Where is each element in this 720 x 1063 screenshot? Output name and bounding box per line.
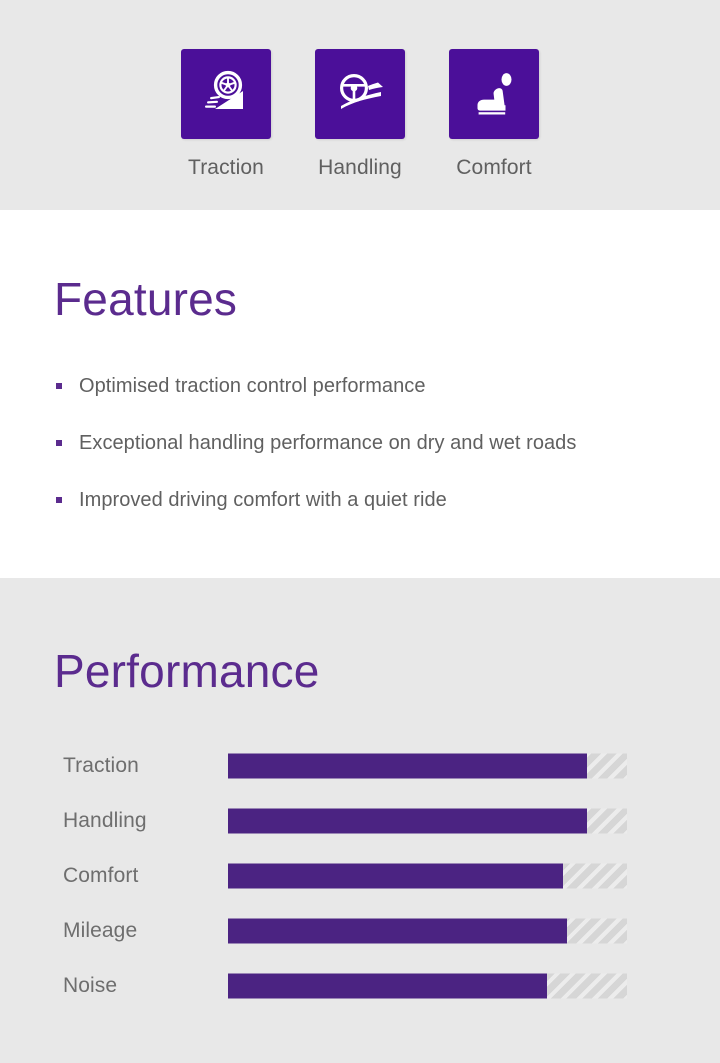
performance-bar-fill [228,753,588,778]
icon-cell-traction[interactable]: Traction [181,49,271,180]
feature-list-item: Improved driving comfort with a quiet ri… [54,488,694,512]
bullet-square-icon [56,497,62,503]
performance-bar-track [228,863,627,888]
performance-bar-track [228,973,627,998]
performance-label: Mileage [63,918,138,942]
icon-caption-handling: Handling [318,156,402,179]
performance-label: Traction [63,753,139,777]
bullet-square-icon [56,440,62,446]
bullet-square-icon [56,383,62,389]
performance-row: Handling [0,793,720,848]
performance-bar-fill [228,863,564,888]
icon-cell-handling[interactable]: Handling [315,49,405,180]
performance-section: Performance Traction Handling Comfort Mi… [0,578,720,1063]
features-title: Features [54,273,238,325]
feature-text: Improved driving comfort with a quiet ri… [79,489,447,511]
product-detail-page: Traction Handling Comfort Features Optim… [0,0,720,1063]
performance-row: Comfort [0,848,720,903]
performance-bar-fill [228,808,588,833]
performance-label: Comfort [63,863,139,887]
tyre-wheel-road-icon [197,65,255,123]
handling-icon-tile[interactable] [315,49,405,139]
performance-bar-track [228,753,627,778]
performance-row: Noise [0,958,720,1013]
performance-label: Handling [63,808,147,832]
performance-bar-track [228,918,627,943]
feature-text: Optimised traction control performance [79,375,426,397]
comfort-icon-tile[interactable] [449,49,539,139]
performance-title: Performance [54,645,320,697]
features-section: Features Optimised traction control perf… [0,210,720,578]
performance-bar-fill [228,973,548,998]
performance-row: Mileage [0,903,720,958]
performance-bar-track [228,808,627,833]
features-list: Optimised traction control performance E… [54,374,694,512]
steering-wheel-road-icon [331,65,389,123]
performance-bar-fill [228,918,568,943]
car-seat-icon [465,65,523,123]
icon-strip-section: Traction Handling Comfort [0,0,720,210]
feature-text: Exceptional handling performance on dry … [79,432,577,454]
icon-row: Traction Handling Comfort [0,0,720,210]
icon-cell-comfort[interactable]: Comfort [449,49,539,180]
feature-list-item: Exceptional handling performance on dry … [54,431,694,455]
performance-bar-chart: Traction Handling Comfort Mileage Noise [0,738,720,1013]
performance-label: Noise [63,973,118,997]
feature-list-item: Optimised traction control performance [54,374,694,398]
icon-caption-traction: Traction [188,156,264,179]
icon-caption-comfort: Comfort [456,156,532,179]
traction-icon-tile[interactable] [181,49,271,139]
performance-row: Traction [0,738,720,793]
